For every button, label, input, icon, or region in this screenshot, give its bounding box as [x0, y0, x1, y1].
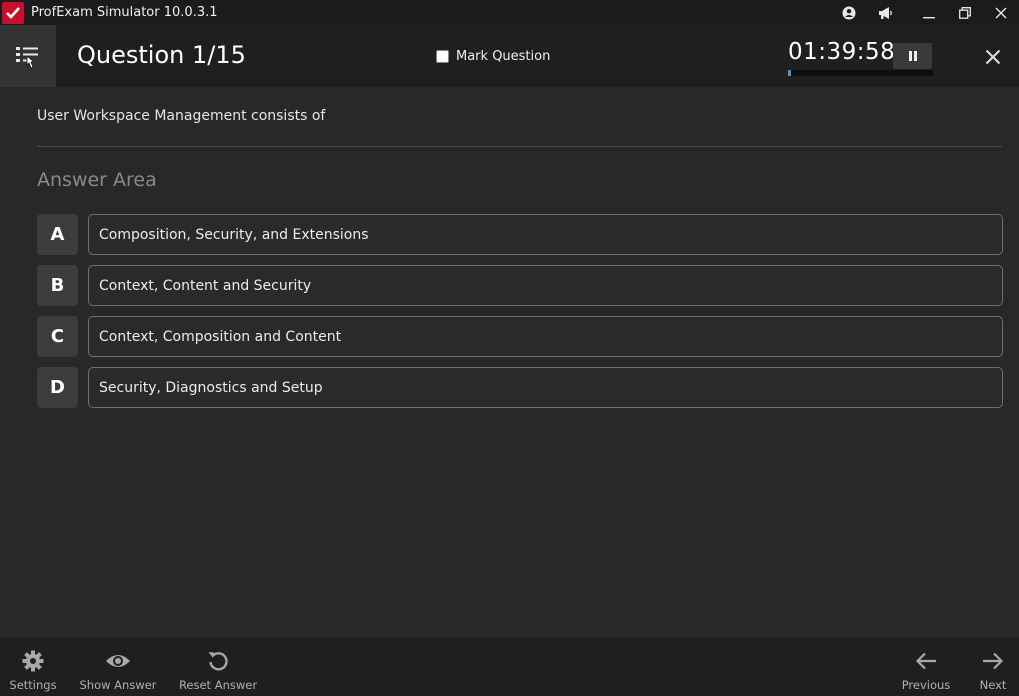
show-answer-label: Show Answer	[79, 678, 157, 692]
option-letter[interactable]: B	[37, 265, 78, 306]
gear-icon	[22, 649, 44, 673]
option-box[interactable]: Context, Content and Security	[88, 265, 1003, 306]
list-icon	[16, 47, 38, 69]
reset-answer-button[interactable]: Reset Answer	[178, 638, 258, 696]
answer-option-a[interactable]: A Composition, Security, and Extensions	[37, 214, 1003, 255]
user-icon[interactable]	[831, 0, 867, 25]
question-list-button[interactable]	[0, 25, 56, 87]
next-label: Next	[979, 678, 1007, 692]
pause-icon	[908, 51, 917, 61]
question-counter: Question 1/15	[77, 41, 246, 69]
option-letter[interactable]: A	[37, 214, 78, 255]
mark-question-toggle[interactable]: Mark Question	[436, 49, 550, 64]
window-title: ProfExam Simulator 10.0.3.1	[31, 5, 218, 20]
previous-button[interactable]: Previous	[898, 638, 954, 696]
show-answer-button[interactable]: Show Answer	[79, 638, 157, 696]
question-header: Question 1/15 Mark Question 01:39:58	[0, 25, 1019, 87]
answer-option-b[interactable]: B Context, Content and Security	[37, 265, 1003, 306]
mark-question-checkbox[interactable]	[436, 50, 449, 63]
window-close-icon[interactable]	[983, 0, 1019, 25]
arrow-left-icon	[915, 649, 937, 673]
previous-label: Previous	[901, 678, 951, 692]
option-box[interactable]: Composition, Security, and Extensions	[88, 214, 1003, 255]
option-box[interactable]: Context, Composition and Content	[88, 316, 1003, 357]
divider	[37, 146, 1002, 147]
question-text: User Workspace Management consists of	[37, 108, 326, 124]
footer-toolbar: Settings Show Answer Reset Answer Previo…	[0, 638, 1019, 696]
option-text: Security, Diagnostics and Setup	[99, 379, 323, 396]
reset-icon	[207, 649, 229, 673]
app-logo-icon	[2, 1, 24, 24]
timer-progress-bar	[788, 70, 933, 76]
option-text: Composition, Security, and Extensions	[99, 226, 369, 243]
reset-answer-label: Reset Answer	[178, 678, 258, 692]
pause-button[interactable]	[893, 43, 932, 69]
option-letter[interactable]: C	[37, 316, 78, 357]
option-letter[interactable]: D	[37, 367, 78, 408]
megaphone-icon[interactable]	[867, 0, 903, 25]
next-button[interactable]: Next	[972, 638, 1014, 696]
eye-icon	[105, 649, 131, 673]
window-titlebar: ProfExam Simulator 10.0.3.1	[0, 0, 1019, 25]
minimize-icon[interactable]	[911, 0, 947, 25]
mark-question-label: Mark Question	[456, 49, 551, 64]
close-exam-button[interactable]	[980, 44, 1006, 70]
arrow-right-icon	[982, 649, 1004, 673]
option-text: Context, Content and Security	[99, 277, 312, 294]
settings-button[interactable]: Settings	[6, 638, 60, 696]
timer-progress-fill	[788, 70, 791, 76]
option-box[interactable]: Security, Diagnostics and Setup	[88, 367, 1003, 408]
option-text: Context, Composition and Content	[99, 328, 342, 345]
settings-label: Settings	[9, 678, 57, 692]
answer-option-d[interactable]: D Security, Diagnostics and Setup	[37, 367, 1003, 408]
close-icon	[985, 49, 1001, 65]
restore-icon[interactable]	[947, 0, 983, 25]
answer-area-title: Answer Area	[37, 169, 157, 191]
exam-timer: 01:39:58	[788, 39, 896, 65]
answer-option-c[interactable]: C Context, Composition and Content	[37, 316, 1003, 357]
